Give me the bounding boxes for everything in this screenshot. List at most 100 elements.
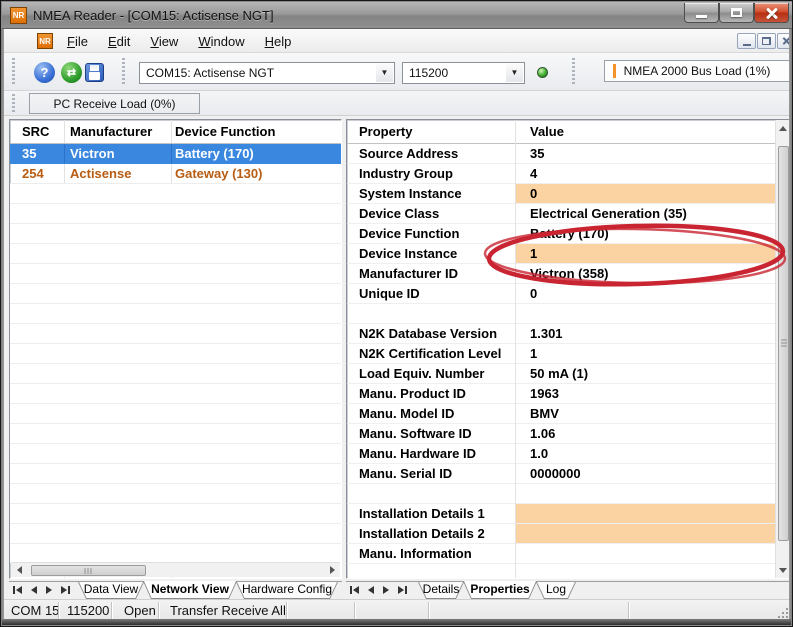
col-function[interactable]: Device Function (175, 124, 275, 139)
tab-first-button[interactable] (13, 586, 22, 594)
window-border[interactable] (2, 619, 791, 625)
vertical-scrollbar[interactable] (775, 120, 790, 578)
property-row[interactable]: Load Equiv. Number50 mA (1) (347, 364, 776, 384)
property-row-highlighted[interactable]: System Instance0 (347, 184, 776, 204)
detail-tabstrip: Details Properties Log (346, 581, 791, 600)
property-row[interactable]: Device FunctionBattery (170) (347, 224, 776, 244)
tab-prev-button[interactable] (368, 586, 374, 594)
maximize-button[interactable] (719, 3, 754, 23)
workspace: SRC Manufacturer Device Function 35 Vict… (4, 116, 791, 599)
tab-last-button[interactable] (398, 586, 407, 594)
minimize-button[interactable] (684, 3, 719, 23)
device-row-selected[interactable]: 35 Victron Battery (170) (10, 144, 341, 164)
connection-led-icon (537, 67, 548, 78)
device-manufacturer: Actisense (70, 166, 131, 181)
highlight-cell (516, 524, 776, 543)
property-row[interactable]: N2K Database Version1.301 (347, 324, 776, 344)
scroll-down-button[interactable] (776, 562, 790, 578)
close-button[interactable] (754, 3, 789, 23)
property-row[interactable]: Manu. Model IDBMV (347, 404, 776, 424)
tab-prev-button[interactable] (31, 586, 37, 594)
col-property[interactable]: Property (359, 124, 412, 139)
resize-grip[interactable] (778, 608, 788, 618)
property-row-highlighted[interactable]: Installation Details 2 (347, 524, 776, 544)
status-transfer-mode: Transfer Receive All (170, 603, 286, 618)
col-value[interactable]: Value (530, 124, 564, 139)
menu-help[interactable]: Help (258, 32, 299, 51)
device-manufacturer: Victron (70, 146, 115, 161)
baud-rate-select[interactable]: 115200 ▼ (402, 62, 525, 84)
tab-next-button[interactable] (383, 586, 389, 594)
menu-edit[interactable]: Edit (101, 32, 137, 51)
property-row[interactable]: Device ClassElectrical Generation (35) (347, 204, 776, 224)
properties-panel: Property Value Source Address35 Industry… (346, 119, 791, 579)
property-row[interactable]: Manu. Serial ID0000000 (347, 464, 776, 484)
transfer-button[interactable]: ⇄ (61, 62, 82, 83)
scrollbar-thumb[interactable] (31, 565, 146, 576)
window-border[interactable] (1, 29, 4, 625)
title-bar[interactable]: NR NMEA Reader - [COM15: Actisense NGT] (2, 2, 793, 29)
menu-file[interactable]: File (60, 32, 95, 51)
baud-rate-value: 115200 (409, 63, 448, 83)
tab-last-button[interactable] (61, 586, 70, 594)
device-row[interactable]: 254 Actisense Gateway (130) (10, 164, 341, 184)
com-port-select[interactable]: COM15: Actisense NGT ▼ (139, 62, 395, 84)
scrollbar-thumb[interactable] (778, 146, 789, 541)
property-row-highlighted[interactable]: Device Instance1 (347, 244, 776, 264)
toolbar-gripper[interactable] (122, 58, 125, 86)
close-icon (766, 7, 778, 19)
property-row-highlighted[interactable]: Installation Details 1 (347, 504, 776, 524)
col-src[interactable]: SRC (22, 124, 49, 139)
mdi-minimize-button[interactable] (737, 33, 756, 49)
bus-load-indicator: NMEA 2000 Bus Load (1%) (604, 60, 790, 82)
menu-view[interactable]: View (143, 32, 185, 51)
pc-receive-load-indicator: PC Receive Load (0%) (29, 93, 200, 114)
mdi-restore-button[interactable] (757, 33, 776, 49)
tab-properties[interactable]: Properties (463, 581, 537, 599)
chevron-down-icon[interactable]: ▼ (506, 64, 523, 82)
tab-hardware-config[interactable]: Hardware Config (236, 582, 338, 599)
tab-network-view[interactable]: Network View (143, 581, 237, 599)
tab-data-view[interactable]: Data View (78, 582, 144, 599)
window-border[interactable] (789, 29, 792, 625)
scroll-right-button[interactable] (324, 563, 340, 577)
toolbar-gripper[interactable] (572, 58, 575, 86)
highlight-cell (516, 184, 776, 203)
scroll-left-button[interactable] (11, 563, 27, 577)
menu-window[interactable]: Window (191, 32, 251, 51)
help-button[interactable]: ? (34, 62, 55, 83)
property-row[interactable]: Industry Group4 (347, 164, 776, 184)
secondary-toolbar: PC Receive Load (0%) (4, 91, 791, 116)
highlight-cell (516, 504, 776, 523)
column-divider[interactable] (515, 120, 516, 578)
tab-details[interactable]: Details (418, 582, 464, 599)
property-row[interactable]: Source Address35 (347, 144, 776, 164)
toolbar-gripper[interactable] (12, 94, 15, 112)
property-row[interactable]: Manu. Information (347, 544, 776, 564)
save-button[interactable] (85, 63, 104, 82)
property-row[interactable]: Manufacturer IDVictron (358) (347, 264, 776, 284)
scroll-up-button[interactable] (776, 120, 790, 136)
property-row-empty (347, 564, 776, 579)
property-row[interactable]: Manu. Hardware ID1.0 (347, 444, 776, 464)
tab-next-button[interactable] (46, 586, 52, 594)
device-function: Gateway (130) (175, 166, 262, 181)
chevron-down-icon[interactable]: ▼ (376, 64, 393, 82)
device-src: 35 (22, 146, 36, 161)
com-port-value: COM15: Actisense NGT (146, 63, 274, 83)
property-row[interactable]: Manu. Software ID1.06 (347, 424, 776, 444)
tab-first-button[interactable] (350, 586, 359, 594)
property-row[interactable]: Manu. Product ID1963 (347, 384, 776, 404)
toolbar-gripper[interactable] (12, 58, 15, 86)
tab-log[interactable]: Log (536, 582, 576, 599)
property-row[interactable]: N2K Certification Level1 (347, 344, 776, 364)
bus-load-label: NMEA 2000 Bus Load (1%) (624, 64, 771, 78)
bus-load-bar (613, 64, 616, 78)
device-src: 254 (22, 166, 44, 181)
col-manufacturer[interactable]: Manufacturer (70, 124, 152, 139)
mdi-child-icon[interactable]: NR (37, 33, 53, 49)
view-tabstrip: Data View Network View Hardware Config (9, 581, 342, 600)
horizontal-scrollbar[interactable] (11, 562, 340, 577)
window-title: NMEA Reader - [COM15: Actisense NGT] (33, 8, 274, 23)
property-row[interactable]: Unique ID0 (347, 284, 776, 304)
